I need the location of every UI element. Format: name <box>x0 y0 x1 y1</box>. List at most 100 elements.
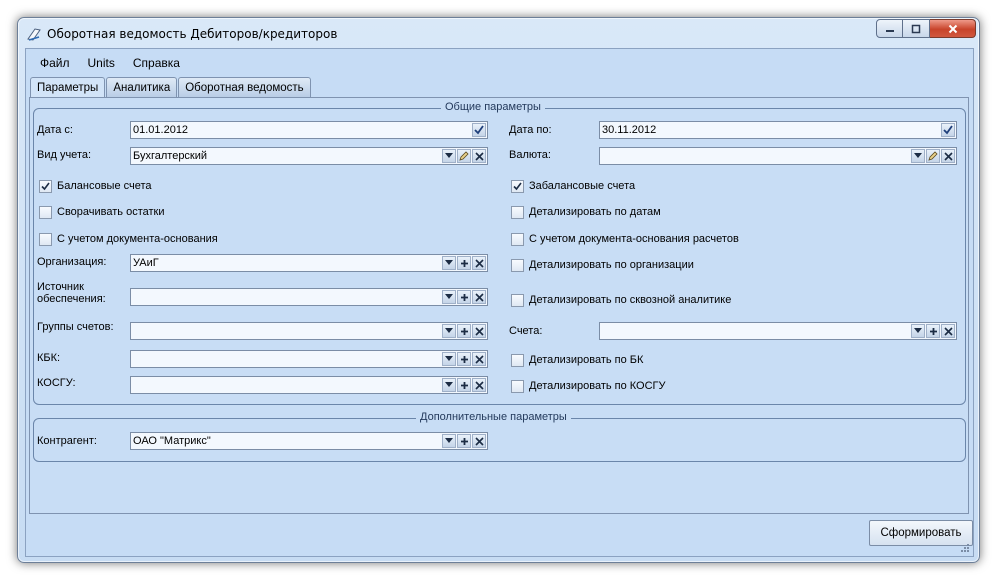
account-type-dropdown-button[interactable] <box>442 149 456 163</box>
checkbox-box[interactable] <box>511 293 524 307</box>
date-from-check-button[interactable] <box>472 123 486 137</box>
kosgu-dropdown-button[interactable] <box>442 378 456 392</box>
detail-by-through-analytics-checkbox[interactable]: Детализировать по сквозной аналитике <box>511 293 731 307</box>
minimize-button[interactable] <box>876 19 903 38</box>
close-icon <box>948 24 957 33</box>
tab-analytics[interactable]: Аналитика <box>106 77 178 97</box>
clear-x-icon <box>474 436 484 446</box>
kosgu-add-button[interactable] <box>457 378 471 392</box>
funding-source-add-button[interactable] <box>457 290 471 304</box>
kosgu-label: КОСГУ: <box>37 377 76 389</box>
currency-label: Валюта: <box>509 149 551 161</box>
plus-icon <box>460 381 468 389</box>
title-bar[interactable]: Оборотная ведомость Дебиторов/кредиторов <box>18 18 979 48</box>
counterparty-add-button[interactable] <box>457 434 471 448</box>
kosgu-clear-button[interactable] <box>472 378 486 392</box>
accounts-dropdown-button[interactable] <box>911 324 925 338</box>
counterparty-field[interactable]: ОАО "Матрикс" <box>130 432 488 450</box>
plus-icon <box>460 355 468 363</box>
accounts-add-button[interactable] <box>926 324 940 338</box>
checkbox-box[interactable] <box>39 179 52 193</box>
detail-by-dates-checkbox[interactable]: Детализировать по датам <box>511 205 661 219</box>
currency-clear-button[interactable] <box>941 149 955 163</box>
tab-turnover-sheet[interactable]: Оборотная ведомость <box>178 77 311 97</box>
account-groups-dropdown-button[interactable] <box>442 324 456 338</box>
accounts-field[interactable] <box>599 322 957 340</box>
maximize-icon <box>911 24 921 33</box>
funding-source-label: Источник обеспечения: <box>37 281 106 305</box>
organization-field[interactable]: УАиГ <box>130 254 488 272</box>
dropdown-arrow-icon <box>445 260 453 265</box>
date-to-field[interactable]: 30.11.2012 <box>599 121 957 139</box>
counterparty-clear-button[interactable] <box>472 434 486 448</box>
funding-source-field[interactable] <box>130 288 488 306</box>
plus-icon <box>460 293 468 301</box>
dropdown-arrow-icon <box>445 356 453 361</box>
kbk-add-button[interactable] <box>457 352 471 366</box>
base-document-settlements-label: С учетом документа-основания расчетов <box>529 233 739 245</box>
organization-dropdown-button[interactable] <box>442 256 456 270</box>
collapse-balances-checkbox[interactable]: Сворачивать остатки <box>39 205 164 219</box>
dropdown-arrow-icon <box>914 153 922 158</box>
checkbox-box[interactable] <box>39 232 52 246</box>
checkbox-box[interactable] <box>511 205 524 219</box>
detail-by-organization-label: Детализировать по организации <box>529 259 694 271</box>
minimize-icon <box>885 29 894 32</box>
maximize-button[interactable] <box>903 19 930 38</box>
checkbox-box[interactable] <box>39 205 52 219</box>
base-document-settlements-checkbox[interactable]: С учетом документа-основания расчетов <box>511 232 739 246</box>
currency-dropdown-button[interactable] <box>911 149 925 163</box>
account-type-field[interactable]: Бухгалтерский <box>130 147 488 165</box>
off-balance-accounts-checkbox[interactable]: Забалансовые счета <box>511 179 635 193</box>
generate-button[interactable]: Сформировать <box>869 520 973 546</box>
account-type-edit-button[interactable] <box>457 149 471 163</box>
clear-x-icon <box>943 326 953 336</box>
checkbox-box[interactable] <box>511 353 524 367</box>
funding-source-clear-button[interactable] <box>472 290 486 304</box>
resize-grip-icon[interactable] <box>960 543 970 553</box>
close-button[interactable] <box>930 19 976 38</box>
kbk-clear-button[interactable] <box>472 352 486 366</box>
plus-icon <box>460 259 468 267</box>
currency-edit-button[interactable] <box>926 149 940 163</box>
check-icon <box>474 125 484 135</box>
clear-x-icon <box>474 354 484 364</box>
accounts-clear-button[interactable] <box>941 324 955 338</box>
menu-units[interactable]: Units <box>79 53 124 73</box>
tab-strip: Параметры Аналитика Оборотная ведомость <box>30 77 312 98</box>
tab-parameters[interactable]: Параметры <box>30 77 106 98</box>
counterparty-dropdown-button[interactable] <box>442 434 456 448</box>
menu-help[interactable]: Справка <box>124 53 189 73</box>
checkbox-box[interactable] <box>511 232 524 246</box>
detail-by-organization-checkbox[interactable]: Детализировать по организации <box>511 258 694 272</box>
organization-clear-button[interactable] <box>472 256 486 270</box>
checkbox-box[interactable] <box>511 179 524 193</box>
clear-x-icon <box>474 151 484 161</box>
dropdown-arrow-icon <box>445 328 453 333</box>
dropdown-arrow-icon <box>445 153 453 158</box>
detail-by-bk-checkbox[interactable]: Детализировать по БК <box>511 353 643 367</box>
clear-x-icon <box>474 258 484 268</box>
menu-file[interactable]: Файл <box>26 53 79 73</box>
kbk-field[interactable] <box>130 350 488 368</box>
base-document-checkbox[interactable]: С учетом документа-основания <box>39 232 218 246</box>
checkbox-box[interactable] <box>511 258 524 272</box>
kosgu-field[interactable] <box>130 376 488 394</box>
plus-icon <box>460 437 468 445</box>
detail-by-kosgu-checkbox[interactable]: Детализировать по КОСГУ <box>511 379 666 393</box>
checkbox-box[interactable] <box>511 379 524 393</box>
currency-field[interactable] <box>599 147 957 165</box>
kbk-dropdown-button[interactable] <box>442 352 456 366</box>
date-to-check-button[interactable] <box>941 123 955 137</box>
date-from-field[interactable]: 01.01.2012 <box>130 121 488 139</box>
main-window: Оборотная ведомость Дебиторов/кредиторов… <box>17 17 980 563</box>
funding-source-dropdown-button[interactable] <box>442 290 456 304</box>
collapse-balances-label: Сворачивать остатки <box>57 206 165 218</box>
account-groups-field[interactable] <box>130 322 488 340</box>
clear-x-icon <box>474 292 484 302</box>
account-groups-clear-button[interactable] <box>472 324 486 338</box>
account-type-clear-button[interactable] <box>472 149 486 163</box>
organization-add-button[interactable] <box>457 256 471 270</box>
balance-accounts-checkbox[interactable]: Балансовые счета <box>39 179 152 193</box>
account-groups-add-button[interactable] <box>457 324 471 338</box>
